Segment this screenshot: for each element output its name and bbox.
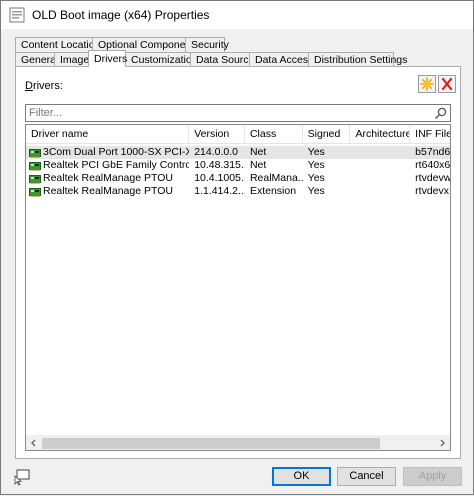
window-title: OLD Boot image (x64) Properties [32,8,210,22]
tab-general[interactable]: General [15,52,58,67]
tab-drivers[interactable]: Drivers [88,50,127,67]
class-cell: RealMana... [249,172,303,184]
driver-name-cell: Realtek RealManage PTOU [26,172,189,185]
tab-distribution-settings[interactable]: Distribution Settings [308,52,407,67]
driver-name-cell: Realtek RealManage PTOU [26,185,189,198]
starburst-new-icon [420,77,434,91]
cancel-button[interactable]: Cancel [337,467,396,486]
inf-file-cell: b57nd6... [415,146,450,158]
chevron-left-icon [31,439,36,447]
table-row[interactable]: 3Com Dual Port 1000-SX PCI-X Ser... 214.… [26,146,450,159]
driver-name: Realtek PCI GbE Family Controller [43,159,190,171]
driver-name-cell: Realtek PCI GbE Family Controller [26,159,189,172]
column-header-signed[interactable]: Signed [303,125,351,144]
scrollbar-track[interactable] [41,436,435,451]
column-header-inf-file[interactable]: INF File [410,125,450,144]
tab-data-source[interactable]: Data Source [190,52,254,67]
version-cell: 1.1.414.2... [194,185,245,197]
driver-name: 3Com Dual Port 1000-SX PCI-X Ser... [43,146,189,158]
network-card-icon [29,161,41,171]
driver-name: Realtek RealManage PTOU [43,172,173,184]
drivers-label-mnemonic: D [25,80,33,92]
driver-name-cell: 3Com Dual Port 1000-SX PCI-X Ser... [26,146,189,159]
architecture-cell [350,172,410,185]
list-header: Driver name Version Class Signed Archite… [26,125,450,144]
context-help-icon[interactable] [13,468,31,486]
inf-file-cell: rtvdevw... [415,172,450,184]
tab-security[interactable]: Security [185,37,229,52]
drivers-label-text: rivers: [32,80,63,92]
add-driver-button[interactable] [418,75,436,93]
title-bar[interactable]: OLD Boot image (x64) Properties [1,1,473,29]
column-header-driver-name[interactable]: Driver name [26,125,190,144]
table-row[interactable]: Realtek PCI GbE Family Controller 10.48.… [26,159,450,172]
driver-name: Realtek RealManage PTOU [43,185,173,197]
column-header-class[interactable]: Class [245,125,303,144]
dialog-button-bar: OK Cancel Apply [1,459,473,496]
properties-window-icon [9,7,25,23]
remove-driver-button[interactable] [438,75,456,93]
search-icon[interactable] [434,107,447,120]
filter-input[interactable] [26,105,426,121]
drivers-label: Drivers: [25,80,63,92]
tab-customization[interactable]: Customization [125,52,198,67]
ok-button[interactable]: OK [272,467,331,486]
network-card-icon [29,174,41,184]
inf-file-cell: rt640x6... [415,159,450,171]
table-row[interactable]: Realtek RealManage PTOU 10.4.1005... Rea… [26,172,450,185]
tab-data-access[interactable]: Data Access [249,52,313,67]
network-card-icon [29,148,41,158]
drivers-tab-panel: Drivers: Filter... Driver name Version C… [15,66,461,459]
filter-field[interactable] [25,104,451,122]
column-header-architecture[interactable]: Architecture [350,125,411,144]
apply-button[interactable]: Apply [403,467,462,486]
tab-row-front: General Images Drivers Customization Dat… [15,50,407,67]
version-cell: 214.0.0.0 [194,146,238,158]
inf-file-cell: rtvdevx... [415,185,450,197]
signed-cell: Yes [307,172,325,184]
red-x-delete-icon [441,77,453,91]
properties-window: OLD Boot image (x64) Properties Content … [0,0,474,495]
chevron-right-icon [440,439,445,447]
signed-cell: Yes [307,185,325,197]
architecture-cell [350,185,410,198]
scroll-right-button[interactable] [435,436,450,451]
class-cell: Net [249,159,267,171]
drivers-list[interactable]: Driver name Version Class Signed Archite… [25,124,451,451]
network-card-icon [29,187,41,197]
architecture-cell [350,146,410,159]
version-cell: 10.48.315... [194,159,245,171]
signed-cell: Yes [307,146,325,158]
signed-cell: Yes [307,159,325,171]
scrollbar-thumb[interactable] [42,437,380,449]
class-cell: Extension [249,185,297,197]
horizontal-scrollbar[interactable] [26,435,450,450]
architecture-cell [350,159,410,172]
tab-images[interactable]: Images [54,52,94,67]
table-row[interactable]: Realtek RealManage PTOU 1.1.414.2... Ext… [26,185,450,198]
tab-content-locations[interactable]: Content Locations [15,37,106,52]
class-cell: Net [249,146,267,158]
scroll-left-button[interactable] [26,436,41,451]
version-cell: 10.4.1005... [194,172,245,184]
column-header-version[interactable]: Version [189,125,245,144]
